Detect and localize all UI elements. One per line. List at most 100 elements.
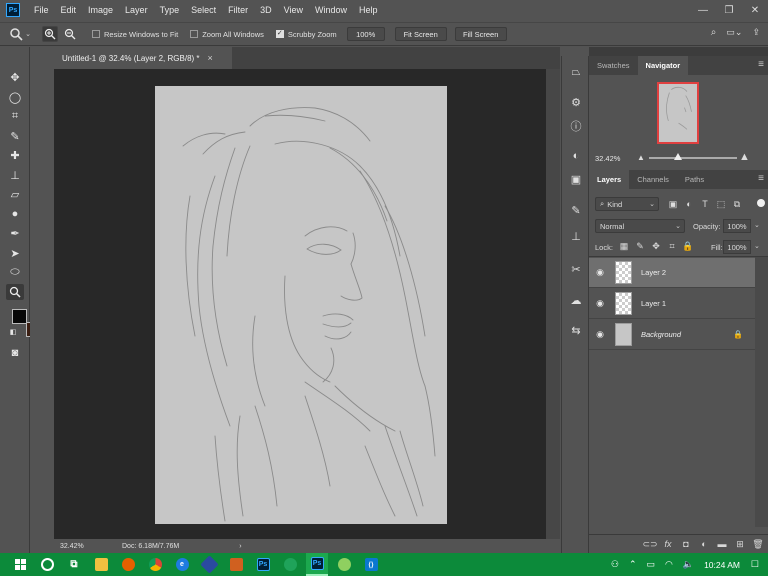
history-icon[interactable]: ⏢ bbox=[568, 64, 584, 80]
lock-all-icon[interactable]: 🔒 bbox=[682, 240, 693, 252]
quick-mask-icon[interactable]: ◙ bbox=[6, 345, 24, 361]
menu-3d[interactable]: 3D bbox=[254, 0, 278, 20]
eye-icon[interactable]: ◉ bbox=[589, 267, 611, 278]
foreground-color-swatch[interactable] bbox=[12, 309, 27, 324]
clone-source-icon[interactable]: ⊥ bbox=[568, 228, 584, 244]
crop-tool-icon[interactable]: ⌗ bbox=[6, 108, 24, 124]
windows-start-icon[interactable] bbox=[8, 553, 32, 576]
photoshop-logo[interactable]: Ps bbox=[6, 3, 20, 17]
adjustment-layer-icon[interactable]: ◐ bbox=[698, 538, 710, 550]
scrubby-zoom-checkbox[interactable]: Scrubby Zoom bbox=[275, 29, 337, 39]
task-view-icon[interactable]: ⧉ bbox=[63, 553, 85, 576]
tab-layers[interactable]: Layers bbox=[589, 170, 630, 189]
menu-help[interactable]: Help bbox=[353, 0, 384, 20]
layer-row-background[interactable]: ◉ Background 🔒 bbox=[589, 320, 755, 350]
checkbox-box[interactable] bbox=[190, 30, 199, 38]
photoshop-taskbar-icon[interactable]: Ps bbox=[252, 553, 274, 576]
canvas-workspace[interactable] bbox=[54, 69, 546, 539]
show-hidden-icons-icon[interactable]: ⌃ bbox=[629, 559, 637, 570]
zoom-tool-preset-icon[interactable]: ⌄ bbox=[6, 27, 34, 41]
pen-tool-icon[interactable]: ✒ bbox=[6, 225, 24, 241]
filter-adjustment-icon[interactable]: ◐ bbox=[683, 197, 695, 211]
blur-tool-icon[interactable]: ● bbox=[6, 206, 24, 222]
close-icon[interactable]: ✕ bbox=[742, 0, 768, 20]
cortana-icon[interactable] bbox=[36, 553, 58, 576]
layer-name[interactable]: Layer 2 bbox=[641, 268, 666, 277]
filter-pixel-icon[interactable]: ▣ bbox=[667, 197, 679, 211]
menu-edit[interactable]: Edit bbox=[55, 0, 83, 20]
eraser-tool-icon[interactable]: ▱ bbox=[6, 186, 24, 202]
lock-transparent-icon[interactable]: ▦ bbox=[619, 240, 629, 252]
fill-chevron-icon[interactable]: ⌄ bbox=[754, 242, 760, 250]
layer-name[interactable]: Layer 1 bbox=[641, 299, 666, 308]
media-player-icon[interactable] bbox=[225, 553, 247, 576]
zoom-out-mountain-icon[interactable]: ▲ bbox=[637, 153, 645, 162]
checkbox-box[interactable] bbox=[92, 30, 100, 38]
eye-icon[interactable]: ◉ bbox=[589, 298, 611, 309]
eye-icon[interactable]: ◉ bbox=[589, 329, 611, 340]
status-menu-arrow[interactable]: › bbox=[239, 543, 241, 550]
fill-screen-button[interactable]: Fill Screen bbox=[454, 27, 507, 41]
properties-icon[interactable]: ⚙ bbox=[568, 94, 584, 110]
document-canvas[interactable] bbox=[155, 86, 447, 524]
fill-field[interactable]: 100% bbox=[723, 240, 751, 254]
zoom-all-windows-checkbox[interactable]: Zoom All Windows bbox=[190, 30, 264, 39]
fit-screen-button[interactable]: Fit Screen bbox=[394, 27, 447, 41]
default-colors-icon[interactable]: ◧ bbox=[8, 327, 18, 337]
opacity-field[interactable]: 100% bbox=[723, 219, 751, 233]
libraries-icon[interactable]: ☁ bbox=[568, 292, 584, 308]
tool-presets-icon[interactable]: ✂ bbox=[568, 261, 584, 277]
menu-type[interactable]: Type bbox=[154, 0, 186, 20]
app-globe-icon[interactable] bbox=[279, 553, 301, 576]
navigator-slider-handle[interactable] bbox=[674, 153, 683, 160]
menu-file[interactable]: File bbox=[28, 0, 55, 20]
healing-tool-icon[interactable]: ✚ bbox=[6, 147, 24, 163]
layers-scrollbar[interactable] bbox=[755, 257, 768, 527]
filter-smart-object-icon[interactable]: ⧉ bbox=[731, 197, 743, 211]
file-explorer-icon[interactable] bbox=[90, 553, 112, 576]
info-icon[interactable]: ⓘ bbox=[568, 118, 584, 134]
lock-artboard-icon[interactable]: ⌗ bbox=[667, 240, 677, 252]
vscode-icon[interactable]: ⟨⟩ bbox=[360, 553, 382, 576]
firefox-icon[interactable] bbox=[117, 553, 139, 576]
battery-icon[interactable]: ▭ bbox=[646, 559, 655, 570]
navigator-zoom-slider[interactable] bbox=[649, 153, 737, 160]
vertical-scrollbar[interactable] bbox=[546, 69, 560, 539]
filter-toggle[interactable] bbox=[757, 199, 765, 207]
status-zoom[interactable]: 32.42% bbox=[60, 543, 122, 550]
filter-type-icon[interactable]: T bbox=[699, 197, 711, 211]
zoom-in-mountain-icon[interactable]: ▲ bbox=[739, 151, 750, 163]
checkbox-box-checked[interactable] bbox=[275, 29, 284, 38]
action-center-icon[interactable]: ☐ bbox=[751, 559, 759, 570]
share-icon[interactable]: ⇪ bbox=[752, 27, 760, 38]
menu-filter[interactable]: Filter bbox=[222, 0, 254, 20]
link-layers-icon[interactable]: ⊂⊃ bbox=[642, 538, 657, 550]
resize-windows-checkbox[interactable]: Resize Windows to Fit bbox=[92, 30, 178, 39]
tab-navigator[interactable]: Navigator bbox=[637, 56, 689, 75]
layer-row-layer-2[interactable]: ◉ Layer 2 bbox=[589, 258, 755, 288]
opacity-chevron-icon[interactable]: ⌄ bbox=[754, 221, 760, 229]
new-layer-icon[interactable]: ⊞ bbox=[734, 538, 746, 550]
layers-panel-menu-icon[interactable]: ≡ bbox=[758, 173, 764, 184]
restore-icon[interactable]: ❐ bbox=[716, 0, 742, 20]
document-tab[interactable]: Untitled-1 @ 32.4% (Layer 2, RGB/8) * × bbox=[54, 47, 232, 69]
navigator-thumbnail[interactable] bbox=[657, 82, 699, 144]
lasso-tool-icon[interactable]: ◯ bbox=[6, 89, 24, 105]
close-tab-icon[interactable]: × bbox=[208, 53, 213, 63]
delete-layer-icon[interactable]: 🗑 bbox=[752, 538, 764, 550]
path-select-tool-icon[interactable]: ➤ bbox=[6, 245, 24, 261]
character-icon[interactable]: ⇆ bbox=[568, 322, 584, 338]
panel-menu-icon[interactable]: ≡ bbox=[758, 59, 764, 70]
tab-paths[interactable]: Paths bbox=[677, 170, 712, 189]
shape-tool-icon[interactable]: ⬭ bbox=[6, 264, 24, 280]
menu-view[interactable]: View bbox=[278, 0, 309, 20]
new-group-icon[interactable]: ▬ bbox=[716, 538, 728, 550]
app-blue-icon[interactable] bbox=[198, 553, 220, 576]
workspace-icon[interactable]: ▭⌄ bbox=[726, 27, 742, 38]
zoom-out-icon[interactable] bbox=[62, 26, 78, 42]
people-icon[interactable]: ⚇ bbox=[611, 559, 619, 570]
menu-select[interactable]: Select bbox=[185, 0, 222, 20]
edge-icon[interactable]: e bbox=[171, 553, 193, 576]
layer-name[interactable]: Background bbox=[641, 330, 681, 339]
move-tool-icon[interactable]: ✥ bbox=[6, 69, 24, 85]
